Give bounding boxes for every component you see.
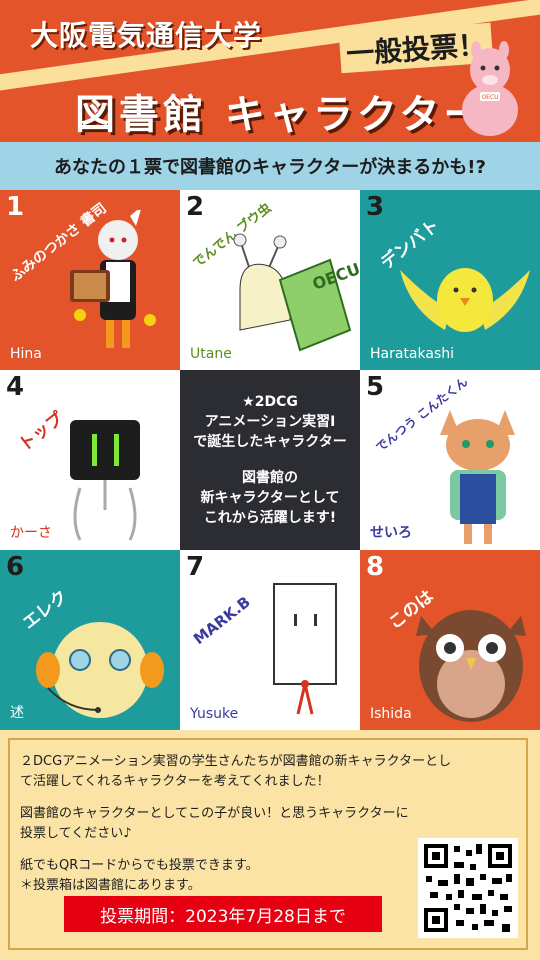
footer-text: 図書館のキャラクターとしてこの子が良い！と思うキャラクターに (20, 806, 409, 821)
character-number: 4 (6, 372, 25, 402)
paper-character-illustration (273, 583, 337, 715)
voting-period-banner: 投票期間：2023年7月28日まで (64, 896, 382, 932)
center-line: で誕生したキャラクター (193, 434, 347, 450)
center-line: 図書館の (242, 470, 298, 486)
page-title: 図書館 キャラクター (75, 92, 488, 138)
yellow-bird-illustration (400, 268, 530, 332)
character-card-4[interactable]: 4 トップ かーさ (0, 370, 180, 550)
footer-text: て活躍してくれるキャラクターを考えてくれました！ (20, 774, 330, 789)
character-number: 7 (186, 552, 205, 582)
creator-name: 述 (10, 705, 24, 721)
alpaca-badge-text: OECU (481, 94, 498, 101)
creator-name: Hina (10, 346, 42, 362)
character-number: 3 (366, 192, 385, 222)
subtitle-band: あなたの１票で図書館のキャラクターが決まるかも!? (0, 142, 540, 190)
header: 大阪電気通信大学 一般投票！ 図書館 キャラクター OECU (0, 0, 540, 142)
character-card-1[interactable]: 1 ふみのつかさ 書司 Hina (0, 190, 180, 370)
character-card-8[interactable]: 8 このは Ishida (360, 550, 540, 730)
subtitle-text: あなたの１票で図書館のキャラクターが決まるかも!? (54, 157, 486, 178)
character-name: MARK.B (190, 592, 254, 649)
footer-text: ＊投票箱は図書館にあります。 (20, 878, 201, 893)
center-line: 新キャラクターとして (200, 490, 340, 506)
footer-text: 紙でもQRコードからでも投票できます。 (20, 858, 259, 873)
character-card-7[interactable]: 7 MARK.B Yusuke (180, 550, 360, 730)
poster: 大阪電気通信大学 一般投票！ 図書館 キャラクター OECU あなたの１票で図書… (0, 0, 540, 960)
character-card-2[interactable]: 2 でんでん ブウ虫 OECU Utane (180, 190, 360, 370)
creator-name: かーさ (10, 525, 52, 541)
creator-name: Haratakashi (370, 346, 455, 362)
university-name: 大阪電気通信大学 (30, 19, 263, 52)
center-line: これから活躍します! (203, 510, 337, 526)
footer-text: 投票してください♪ (20, 826, 132, 841)
character-card-5[interactable]: 5 でんつう こんたくん せいろ (360, 370, 540, 550)
character-card-3[interactable]: 3 デンバト Haratakashi (360, 190, 540, 370)
fox-apron-illustration (440, 410, 515, 544)
creator-name: せいろ (370, 525, 412, 541)
character-number: 2 (186, 192, 205, 222)
snail-with-book-illustration: OECU (233, 233, 360, 352)
creator-name: Utane (190, 346, 232, 362)
footer-text: ２DCGアニメーション実習の学生さんたちが図書館の新キャラクターとし (20, 754, 452, 769)
character-number: 6 (6, 552, 25, 582)
character-number: 8 (366, 552, 385, 582)
librarian-girl-illustration (70, 210, 156, 348)
qr-code-icon[interactable] (418, 838, 518, 938)
robot-monitor-illustration (70, 420, 140, 541)
character-grid: 1 ふみのつかさ 書司 Hina 2 でんでん ブウ虫 OECU Utane 3… (0, 190, 540, 730)
creator-name: Ishida (370, 706, 412, 722)
owl-illustration (416, 610, 526, 722)
alpaca-mascot-icon: OECU (462, 41, 518, 136)
character-number: 5 (366, 372, 385, 402)
character-number: 1 (6, 192, 25, 222)
info-center-panel: ★2DCG アニメーション実習Ⅰ で誕生したキャラクター 図書館の 新キャラクタ… (180, 370, 360, 550)
creator-name: Yusuke (190, 706, 239, 722)
character-card-6[interactable]: 6 エレク 述 (0, 550, 180, 730)
center-line: ★2DCG (242, 394, 298, 410)
center-line: アニメーション実習Ⅰ (204, 414, 336, 430)
headphone-robot-illustration (36, 622, 164, 718)
